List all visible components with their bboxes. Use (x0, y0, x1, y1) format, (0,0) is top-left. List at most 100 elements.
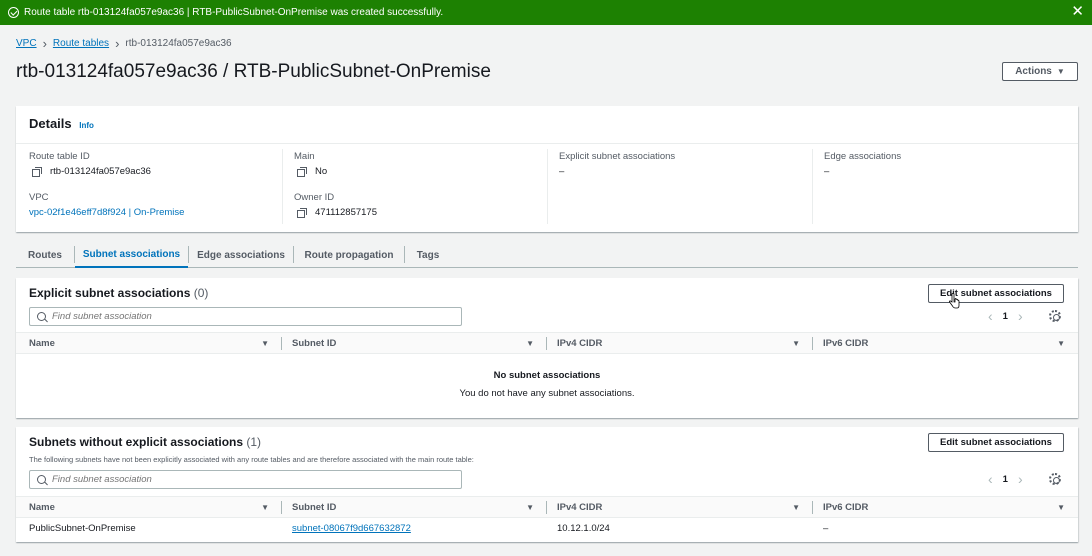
section-count: (1) (246, 435, 262, 449)
sort-icon[interactable]: ▼ (792, 503, 800, 512)
search-field[interactable] (29, 307, 462, 326)
details-col-3: Explicit subnet associations – (547, 149, 802, 224)
breadcrumb-route-tables[interactable]: Route tables (53, 38, 109, 49)
column-label: Subnet ID (292, 502, 337, 513)
column-header-ipv6-cidr[interactable]: IPv6 CIDR ▼ (823, 497, 1073, 518)
breadcrumb: VPC › Route tables › rtb-013124fa057e9ac… (16, 35, 232, 51)
edge-associations-value: – (824, 166, 830, 177)
column-header-ipv4-cidr[interactable]: IPv4 CIDR ▼ (557, 497, 808, 518)
column-divider[interactable] (546, 501, 547, 514)
gear-icon[interactable] (1049, 473, 1061, 485)
explicit-associations-label: Explicit subnet associations (559, 151, 676, 162)
row-ipv6-cidr: – (823, 523, 829, 534)
page-number[interactable]: 1 (1003, 474, 1008, 485)
chevron-right-icon: › (115, 35, 120, 51)
pagination: ‹ 1 › (988, 308, 1023, 324)
sort-icon[interactable]: ▼ (1057, 503, 1065, 512)
without-associations-heading: Subnets without explicit associations (1… (29, 435, 261, 449)
page-number[interactable]: 1 (1003, 311, 1008, 322)
actions-button[interactable]: Actions ▼ (1002, 62, 1078, 81)
sort-icon[interactable]: ▼ (261, 339, 269, 348)
vpc-label: VPC (29, 192, 49, 203)
search-input[interactable] (52, 474, 432, 485)
column-divider[interactable] (546, 337, 547, 350)
empty-state-text: You do not have any subnet associations. (459, 388, 635, 399)
row-subnet-id-link[interactable]: subnet-08067f9d667632872 (292, 523, 411, 534)
copy-icon[interactable] (32, 166, 42, 177)
details-col-2: Main No Owner ID 471112857175 (282, 149, 537, 224)
table-header: Name ▼ Subnet ID ▼ IPv4 CIDR ▼ IPv6 CIDR ▼ (16, 496, 1078, 518)
tab-subnet-associations[interactable]: Subnet associations (75, 242, 188, 268)
details-title: Details (29, 116, 72, 131)
column-label: IPv4 CIDR (557, 502, 603, 513)
copy-icon[interactable] (297, 207, 307, 218)
details-col-4: Edge associations – (812, 149, 1067, 224)
sort-icon[interactable]: ▼ (261, 503, 269, 512)
edit-subnet-associations-button[interactable]: Edit subnet associations (928, 433, 1064, 452)
sort-icon[interactable]: ▼ (526, 339, 534, 348)
main-label: Main (294, 151, 315, 162)
owner-id-value: 471112857175 (297, 207, 377, 218)
vpc-link[interactable]: vpc-02f1e46eff7d8f924 | On-Premise (29, 207, 184, 218)
actions-label: Actions (1015, 66, 1052, 77)
tab-tags[interactable]: Tags (405, 242, 451, 268)
pagination: ‹ 1 › (988, 471, 1023, 487)
explicit-associations-heading: Explicit subnet associations (0) (29, 286, 208, 300)
column-header-subnet-id[interactable]: Subnet ID ▼ (292, 333, 542, 354)
explicit-associations-value: – (559, 166, 565, 177)
prev-page-icon[interactable]: ‹ (988, 471, 993, 487)
search-field[interactable] (29, 470, 462, 489)
column-header-name[interactable]: Name ▼ (29, 333, 277, 354)
table-header: Name ▼ Subnet ID ▼ IPv4 CIDR ▼ IPv6 CIDR ▼ (16, 332, 1078, 354)
column-divider[interactable] (812, 501, 813, 514)
column-divider[interactable] (812, 337, 813, 350)
column-label: IPv6 CIDR (823, 502, 869, 513)
next-page-icon[interactable]: › (1018, 308, 1023, 324)
tab-routes[interactable]: Routes (16, 242, 74, 268)
sort-icon[interactable]: ▼ (792, 339, 800, 348)
column-label: Name (29, 338, 55, 349)
route-table-id-value: rtb-013124fa057e9ac36 (32, 166, 151, 177)
tab-bar: Routes Subnet associations Edge associat… (16, 242, 1078, 268)
page-title: rtb-013124fa057e9ac36 / RTB-PublicSubnet… (16, 61, 491, 82)
copy-icon[interactable] (297, 166, 307, 177)
close-icon[interactable]: ✕ (1071, 4, 1084, 19)
success-check-icon (8, 7, 19, 18)
main-text: No (315, 166, 328, 177)
empty-state-title: No subnet associations (493, 370, 601, 381)
column-label: Name (29, 502, 55, 513)
breadcrumb-vpc[interactable]: VPC (16, 38, 37, 49)
gear-icon[interactable] (1049, 310, 1061, 322)
column-header-ipv4-cidr[interactable]: IPv4 CIDR ▼ (557, 333, 808, 354)
details-panel: Details Info Route table ID rtb-013124fa… (16, 106, 1078, 232)
divider (16, 143, 1078, 144)
success-flash-banner: Route table rtb-013124fa057e9ac36 | RTB-… (0, 0, 1092, 25)
sort-icon[interactable]: ▼ (1057, 339, 1065, 348)
column-header-ipv6-cidr[interactable]: IPv6 CIDR ▼ (823, 333, 1073, 354)
flash-message: Route table rtb-013124fa057e9ac36 | RTB-… (24, 7, 444, 18)
column-header-name[interactable]: Name ▼ (29, 497, 277, 518)
main-value: No (297, 166, 327, 177)
breadcrumb-current: rtb-013124fa057e9ac36 (125, 38, 232, 49)
column-divider[interactable] (281, 501, 282, 514)
route-table-id-label: Route table ID (29, 151, 90, 162)
search-input[interactable] (52, 311, 432, 322)
search-icon (37, 475, 46, 484)
column-label: IPv4 CIDR (557, 338, 603, 349)
sort-icon[interactable]: ▼ (526, 503, 534, 512)
owner-id-label: Owner ID (294, 192, 335, 203)
info-link[interactable]: Info (79, 121, 94, 130)
section-title: Explicit subnet associations (29, 286, 191, 300)
column-header-subnet-id[interactable]: Subnet ID ▼ (292, 497, 542, 518)
explicit-associations-panel: Explicit subnet associations (0) Edit su… (16, 278, 1078, 418)
next-page-icon[interactable]: › (1018, 471, 1023, 487)
section-count: (0) (193, 286, 209, 300)
details-col-1: Route table ID rtb-013124fa057e9ac36 VPC… (29, 149, 284, 224)
tab-route-propagation[interactable]: Route propagation (294, 242, 404, 268)
tab-edge-associations[interactable]: Edge associations (189, 242, 293, 268)
owner-id-text: 471112857175 (315, 207, 377, 218)
prev-page-icon[interactable]: ‹ (988, 308, 993, 324)
search-icon (37, 312, 46, 321)
caret-down-icon: ▼ (1056, 67, 1065, 76)
column-divider[interactable] (281, 337, 282, 350)
